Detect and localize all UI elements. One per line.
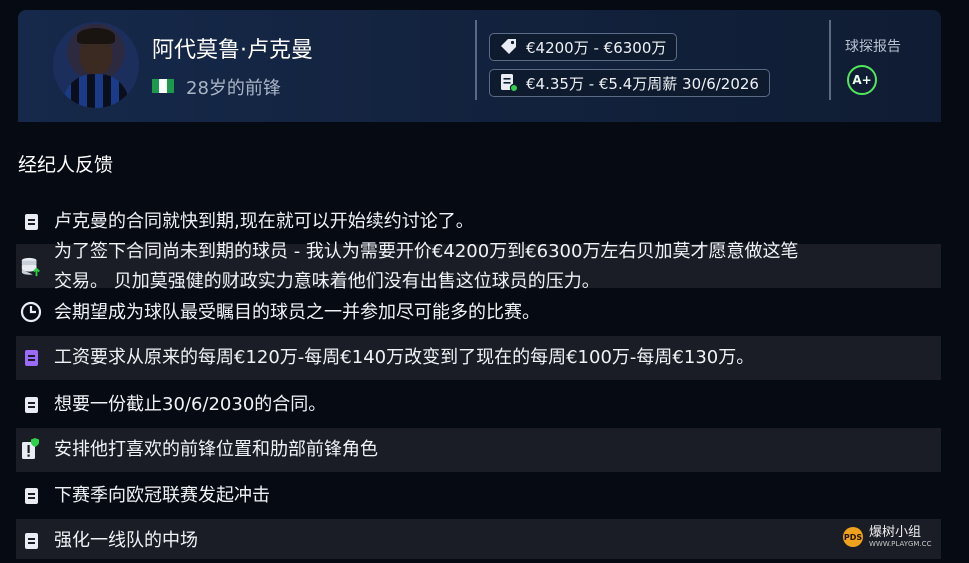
contract-chip[interactable]: €4.35万 - €5.4万周薪 30/6/2026 [489,69,770,97]
feedback-item: 会期望成为球队最受瞩目的球员之一并参加尽可能多的比赛。 [16,296,941,330]
feedback-text: 安排他打喜欢的前锋位置和肋部前锋角色 [54,439,378,460]
document-purple-icon [20,347,42,369]
transfer-value-text: €4200万 - €6300万 [526,38,667,57]
avatar-hair [77,28,115,44]
flag-stripe [152,79,160,93]
document-icon [20,530,42,552]
feedback-item: 安排他打喜欢的前锋位置和肋部前锋角色 [16,428,941,472]
price-tag-icon [498,36,520,58]
feedback-item: 下赛季向欧冠联赛发起冲击 [16,479,941,513]
alert-shield-icon [20,438,42,460]
clock-icon [20,301,42,323]
watermark-logo-icon: PDS [843,527,863,547]
player-avatar[interactable] [53,22,139,108]
feedback-text: 下赛季向欧冠联赛发起冲击 [54,485,270,506]
section-title: 经纪人反馈 [18,154,114,176]
site-watermark: PDS 爆树小组 WWW.PLAYGM.CC [843,526,931,548]
coins-up-icon [20,256,42,278]
player-header: 阿代莫鲁·卢克曼 28岁的前锋 €4200万 - €6300万 €4.35万 -… [18,10,941,122]
flag-stripe [159,79,167,93]
flag-stripe [166,79,174,93]
feedback-text-line: 为了签下合同尚未到期的球员 - 我认为需要开价€4200万到€6300万左右贝加… [54,241,799,262]
feedback-item: 为了签下合同尚未到期的球员 - 我认为需要开价€4200万到€6300万左右贝加… [16,241,941,292]
feedback-text: 工资要求从原来的每周€120万-每周€140万改变到了现在的每周€100万-每周… [54,347,755,368]
document-icon [20,394,42,416]
feedback-item: 想要一份截止30/6/2030的合同。 [16,388,941,422]
transfer-value-chip[interactable]: €4200万 - €6300万 [489,33,678,61]
scout-report-label: 球探报告 [845,39,901,55]
watermark-url: WWW.PLAYGM.CC [869,540,932,548]
feedback-item: 强化一线队的中场 [16,519,941,559]
header-divider [475,20,477,100]
contract-icon [498,72,520,94]
feedback-item: 工资要求从原来的每周€120万-每周€140万改变到了现在的每周€100万-每周… [16,336,941,380]
feedback-text-line: 交易。 贝加莫强健的财政实力意味着他们没有出售这位球员的压力。 [54,271,600,292]
player-name[interactable]: 阿代莫鲁·卢克曼 [152,32,313,64]
feedback-text: 会期望成为球队最受瞩目的球员之一并参加尽可能多的比赛。 [54,302,540,323]
watermark-brand: 爆树小组 [869,525,922,540]
feedback-text: 强化一线队的中场 [54,530,198,551]
feedback-item: 卢克曼的合同就快到期,现在就可以开始续约讨论了。 [16,205,941,239]
avatar-shirt [63,74,129,108]
scout-grade-badge[interactable]: A+ [847,65,877,95]
contract-text: €4.35万 - €5.4万周薪 30/6/2026 [526,74,759,93]
player-age-position: 28岁的前锋 [186,78,281,99]
feedback-text: 想要一份截止30/6/2030的合同。 [54,394,327,415]
feedback-text: 卢克曼的合同就快到期,现在就可以开始续约讨论了。 [54,211,474,232]
document-icon [20,211,42,233]
nationality-flag-icon [152,79,174,93]
header-divider [829,20,831,100]
document-icon [20,485,42,507]
